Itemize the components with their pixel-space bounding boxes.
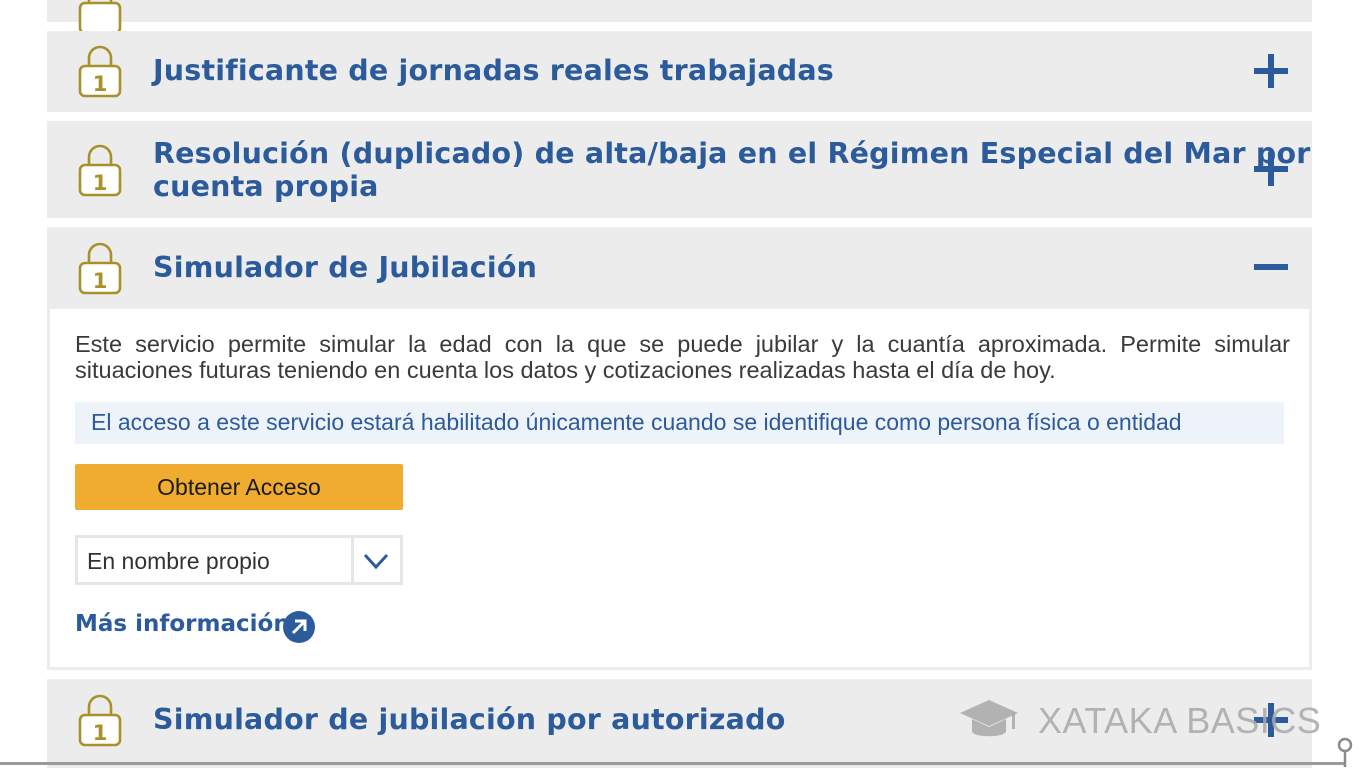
lock-number: 1 <box>93 721 108 745</box>
arrow-up-right-circle-icon[interactable] <box>283 611 315 643</box>
section-title-line-1: Resolución (duplicado) de alta/baja en e… <box>153 137 1311 170</box>
pin-icon <box>1336 737 1354 767</box>
identity-select[interactable]: En nombre propio <box>75 535 403 585</box>
section-title-line-2: cuenta propia <box>153 170 379 203</box>
lock-number: 1 <box>93 269 108 293</box>
lock-icon: 1 <box>76 692 124 748</box>
minus-icon[interactable] <box>1254 250 1288 284</box>
lock-icon: 1 <box>76 240 124 296</box>
bottom-divider <box>0 762 1345 765</box>
plus-icon[interactable] <box>1254 152 1288 186</box>
service-description: Este servicio permite simular la edad co… <box>75 331 1290 383</box>
obtener-acceso-button[interactable]: Obtener Acceso <box>75 464 403 510</box>
section-title[interactable]: Simulador de jubilación por autorizado <box>153 703 786 736</box>
section-title[interactable]: Resolución (duplicado) de alta/baja en e… <box>153 137 1311 203</box>
watermark-text: XATAKA BASICS <box>1038 700 1322 741</box>
watermark: XATAKA BASICS <box>958 696 1322 748</box>
plus-icon[interactable] <box>1254 54 1288 88</box>
access-notice-text: El acceso a este servicio estará habilit… <box>91 409 1182 435</box>
access-notice: El acceso a este servicio estará habilit… <box>75 402 1284 444</box>
lock-number: 1 <box>93 171 108 195</box>
identity-select-value: En nombre propio <box>87 548 270 574</box>
graduation-cap-icon <box>958 698 1020 748</box>
section-title[interactable]: Simulador de Jubilación <box>153 251 537 284</box>
section-body: Este servicio permite simular la edad co… <box>50 309 1309 667</box>
lock-number: 1 <box>93 72 108 96</box>
section-jornadas[interactable]: 1 Justificante de jornadas reales trabaj… <box>47 31 1312 112</box>
more-info-label[interactable]: Más información <box>75 611 290 637</box>
section-simulador: 1 Simulador de Jubilación Este servicio … <box>47 227 1312 670</box>
lock-icon: 1 <box>76 43 124 99</box>
page: 1 Justificante de jornadas reales trabaj… <box>0 0 1366 768</box>
section-title[interactable]: Justificante de jornadas reales trabajad… <box>153 54 834 87</box>
section-resolucion[interactable]: 1 Resolución (duplicado) de alta/baja en… <box>47 121 1312 218</box>
obtener-acceso-label: Obtener Acceso <box>157 474 321 500</box>
lock-icon: 1 <box>76 142 124 198</box>
chevron-down-icon[interactable] <box>351 538 400 582</box>
panel-previous <box>47 0 1312 35</box>
